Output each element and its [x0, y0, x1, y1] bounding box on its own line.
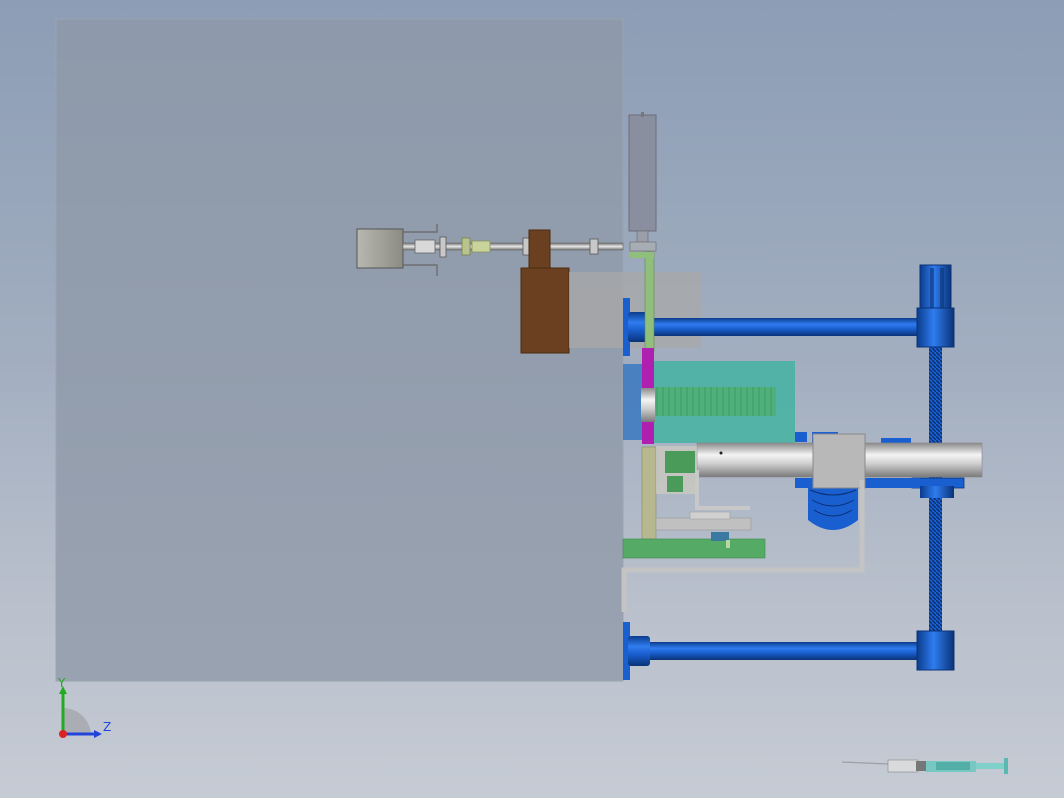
assembly-model	[55, 18, 983, 682]
teal-housing	[653, 361, 795, 443]
corner-logo	[840, 752, 1012, 780]
syringe-icon	[841, 758, 1008, 774]
lower-guide-rod	[623, 622, 920, 680]
triad-y-label: Y	[58, 676, 66, 690]
coordinate-triad: Y Z	[52, 676, 116, 742]
magenta-clamp	[641, 348, 655, 444]
cad-viewport[interactable]: Y Z	[0, 0, 1064, 798]
green-bracket	[644, 251, 655, 353]
triad-z-label: Z	[103, 720, 112, 734]
blue-side-plate	[623, 364, 643, 440]
